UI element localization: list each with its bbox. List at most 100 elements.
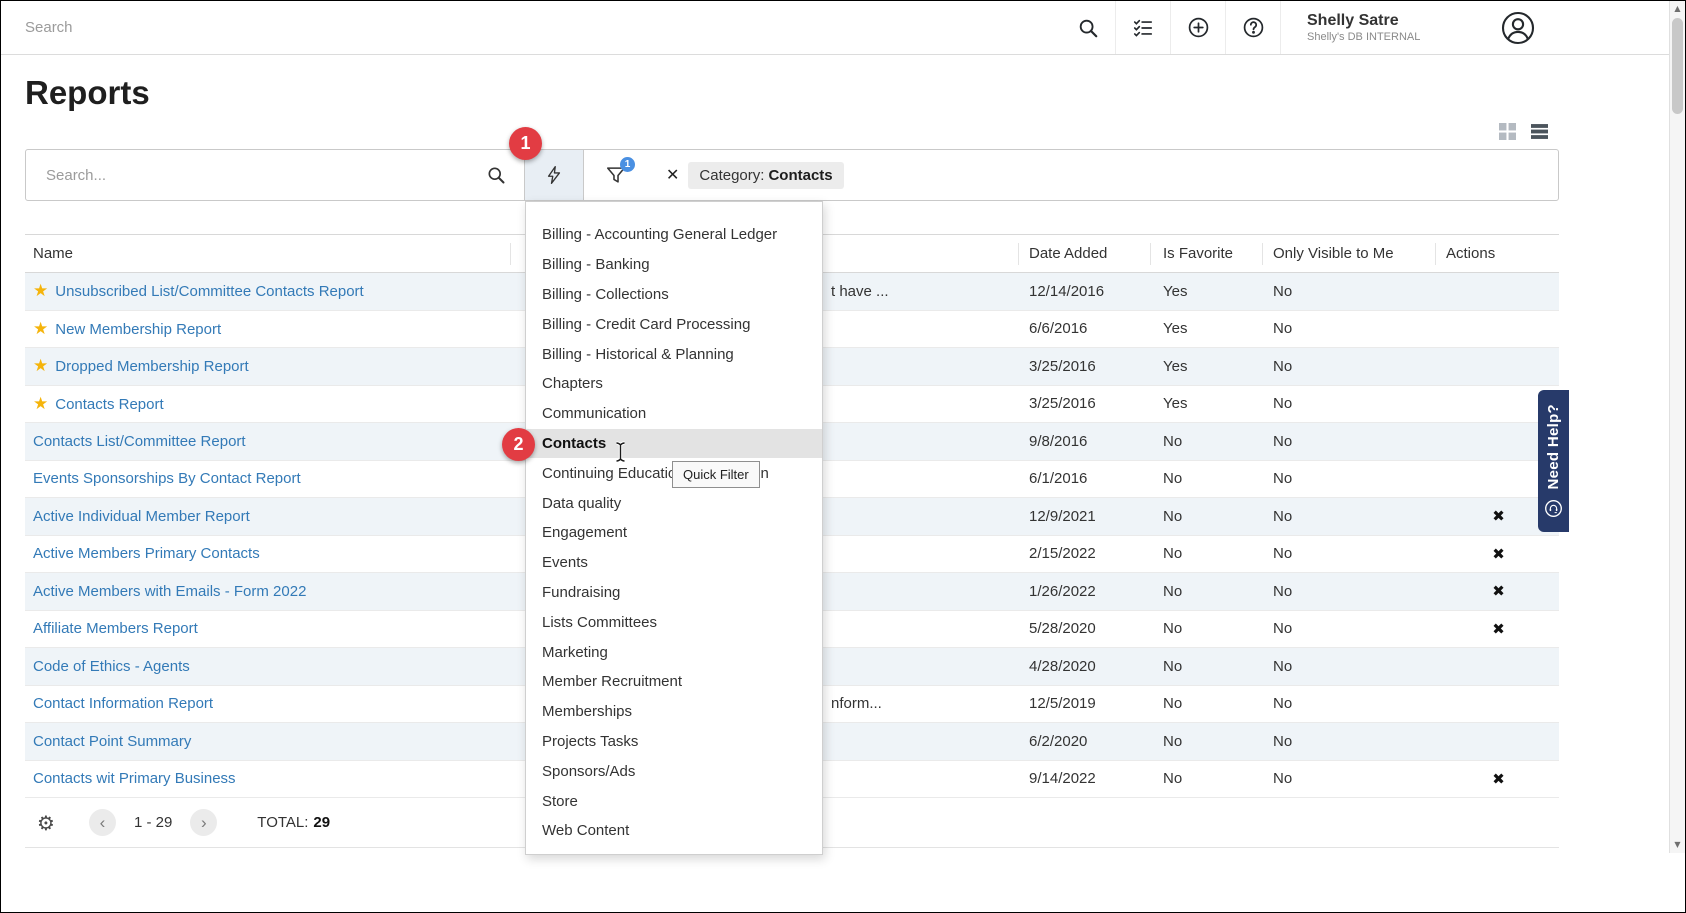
is-favorite-cell: No [1151,433,1263,450]
avatar-icon[interactable] [1491,1,1545,54]
is-favorite-cell: No [1151,508,1263,525]
page-range: 1 - 29 [134,814,172,831]
quick-filter-menu-item[interactable]: Sponsors/Ads [526,756,822,786]
column-header-is-favorite[interactable]: Is Favorite [1151,243,1263,265]
remove-report-button[interactable]: ✖ [1492,770,1505,788]
reports-page: Reports [1,73,1685,848]
support-agent-icon [1544,499,1563,518]
need-help-label: Need Help? [1545,404,1562,490]
quick-filter-menu-item[interactable]: Memberships [526,697,822,727]
reports-search-input[interactable] [46,167,446,184]
date-added-cell: 3/25/2016 [1019,358,1151,375]
actions-cell: ✖ [1436,657,1561,675]
filter-chip[interactable]: Category:Contacts [688,162,843,189]
quick-filter-menu-item[interactable]: Lists Committees [526,607,822,637]
only-visible-cell: No [1263,358,1436,375]
report-name-link[interactable]: New Membership Report [55,321,221,338]
reports-search [26,150,524,200]
total-count: TOTAL:29 [257,814,330,831]
column-header-only-visible[interactable]: Only Visible to Me [1263,243,1436,265]
column-header-name[interactable]: Name [25,243,511,265]
quick-filter-menu-item[interactable]: Data quality [526,488,822,518]
report-name-link[interactable]: Active Individual Member Report [33,508,250,525]
actions-cell: ✖ [1436,620,1561,638]
report-name-link[interactable]: Contacts Report [55,396,163,413]
quick-filter-menu-item[interactable]: Communication [526,399,822,429]
report-name-link[interactable]: Affiliate Members Report [33,620,198,637]
quick-filter-menu-item[interactable]: Store [526,786,822,816]
need-help-tab[interactable]: Need Help? [1538,390,1569,532]
only-visible-cell: No [1263,695,1436,712]
filter-button[interactable]: 1 [584,150,648,200]
quick-filter-menu-item[interactable]: Marketing [526,637,822,667]
clear-filter-icon[interactable]: ✕ [666,165,679,185]
quick-filter-menu-item[interactable]: Chapters [526,369,822,399]
scrollbar[interactable]: ▲ ▼ [1669,1,1685,853]
quick-filter-menu-item[interactable]: Billing - Accounting General Ledger [526,220,822,250]
is-favorite-cell: Yes [1151,395,1263,412]
only-visible-cell: No [1263,508,1436,525]
report-name-cell: ★Contact Point Summary [25,733,511,750]
is-favorite-cell: Yes [1151,283,1263,300]
quick-filter-menu-item[interactable]: Billing - Credit Card Processing [526,309,822,339]
quick-filter-menu-item[interactable]: Web Content [526,816,822,846]
actions-cell: ✖ [1436,770,1561,788]
scroll-up-button[interactable]: ▲ [1670,1,1685,17]
tasks-checklist-icon[interactable] [1116,1,1170,54]
quick-filter-menu-item[interactable]: Fundraising [526,578,822,608]
date-added-cell: 12/9/2021 [1019,508,1151,525]
report-name-link[interactable]: Contact Information Report [33,695,213,712]
date-added-cell: 12/14/2016 [1019,283,1151,300]
only-visible-cell: No [1263,433,1436,450]
list-view-icon[interactable] [1531,123,1548,140]
report-name-link[interactable]: Contact Point Summary [33,733,191,750]
report-name-link[interactable]: Code of Ethics - Agents [33,658,190,675]
remove-report-button[interactable]: ✖ [1492,545,1505,563]
quick-filter-menu-item[interactable]: Engagement [526,518,822,548]
search-icon[interactable] [1061,1,1115,54]
only-visible-cell: No [1263,283,1436,300]
actions-cell: ✖ [1436,357,1561,375]
report-name-link[interactable]: Unsubscribed List/Committee Contacts Rep… [55,283,363,300]
actions-cell: ✖ [1436,695,1561,713]
is-favorite-cell: No [1151,733,1263,750]
total-label: TOTAL: [257,814,308,831]
is-favorite-cell: No [1151,583,1263,600]
remove-report-button[interactable]: ✖ [1492,507,1505,525]
quick-filter-menu: Billing - Accounting General LedgerBilli… [525,201,823,855]
favorite-star-icon: ★ [33,319,48,338]
scroll-thumb[interactable] [1672,18,1683,114]
add-icon[interactable] [1171,1,1225,54]
report-name-link[interactable]: Contacts wit Primary Business [33,770,236,787]
user-org: Shelly's DB INTERNAL [1307,30,1467,44]
report-name-link[interactable]: Events Sponsorships By Contact Report [33,470,301,487]
help-icon[interactable] [1226,1,1280,54]
report-name-link[interactable]: Contacts List/Committee Report [33,433,246,450]
scroll-down-button[interactable]: ▼ [1670,837,1685,853]
report-name-link[interactable]: Dropped Membership Report [55,358,248,375]
remove-report-button[interactable]: ✖ [1492,620,1505,638]
quick-filter-menu-item[interactable]: Projects Tasks [526,727,822,757]
grid-view-icon[interactable] [1499,123,1516,140]
report-name-link[interactable]: Active Members with Emails - Form 2022 [33,583,306,600]
quick-filter-menu-item[interactable]: Events [526,548,822,578]
global-search-input[interactable] [25,19,1061,36]
only-visible-cell: No [1263,545,1436,562]
remove-report-button[interactable]: ✖ [1492,582,1505,600]
prev-page-button[interactable]: ‹ [89,809,116,836]
column-header-date-added[interactable]: Date Added [1019,243,1151,265]
is-favorite-cell: No [1151,658,1263,675]
favorite-star-icon: ★ [33,281,48,300]
report-name-link[interactable]: Active Members Primary Contacts [33,545,260,562]
date-added-cell: 12/5/2019 [1019,695,1151,712]
quick-filter-menu-item[interactable]: Billing - Historical & Planning [526,339,822,369]
quick-filter-menu-item[interactable]: Billing - Banking [526,250,822,280]
search-icon[interactable] [486,165,506,185]
annotation-step-1: 1 [509,127,542,160]
quick-filter-menu-item[interactable]: Member Recruitment [526,667,822,697]
next-page-button[interactable]: › [190,809,217,836]
quick-filter-menu-item[interactable]: Contacts [526,429,822,459]
settings-gear-icon[interactable]: ⚙ [37,811,55,835]
only-visible-cell: No [1263,770,1436,787]
quick-filter-menu-item[interactable]: Billing - Collections [526,280,822,310]
